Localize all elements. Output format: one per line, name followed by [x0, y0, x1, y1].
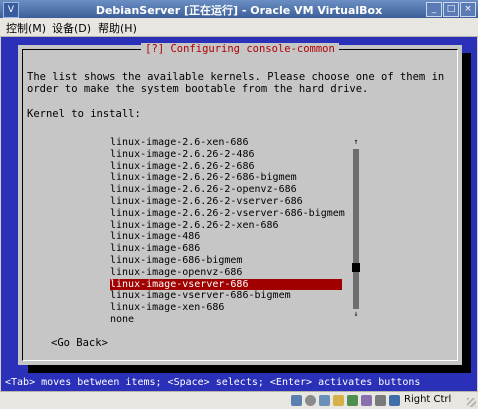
keyboard-hint: <Tab> moves between items; <Space> selec… — [5, 377, 421, 388]
list-item[interactable]: linux-image-686-bigmem — [110, 255, 342, 267]
list-item[interactable]: linux-image-2.6.26-2-xen-686 — [110, 220, 342, 232]
list-item[interactable]: linux-image-2.6-xen-686 — [110, 137, 342, 149]
usb-icon[interactable] — [319, 395, 330, 406]
window-title: DebianServer [正在运行] - Oracle VM VirtualB… — [95, 4, 383, 17]
vm-screen[interactable]: [?] Configuring console-common The list … — [1, 37, 477, 391]
list-item[interactable]: linux-image-486 — [110, 231, 342, 243]
scroll-down-icon[interactable]: ↓ — [352, 309, 360, 318]
minimize-icon[interactable]: _ — [426, 2, 442, 17]
shared-folder-icon[interactable] — [333, 395, 344, 406]
list-item[interactable]: linux-image-xen-686 — [110, 302, 342, 314]
capture-icon[interactable] — [361, 395, 372, 406]
resize-grip[interactable] — [467, 398, 476, 407]
menu-control[interactable]: 控制(M) — [6, 20, 46, 36]
statusbar: Right Ctrl — [0, 391, 478, 409]
list-scrollbar[interactable]: ↑ ↓ — [352, 137, 360, 318]
dialog-description-line1: The list shows the available kernels. Pl… — [27, 71, 445, 83]
close-icon[interactable]: × — [460, 2, 476, 17]
scroll-thumb[interactable] — [352, 263, 360, 272]
menubar: 控制(M) 设备(D) 帮助(H) — [0, 18, 478, 37]
list-item[interactable]: linux-image-2.6.26-2-vserver-686-bigmem — [110, 208, 345, 220]
list-item[interactable]: linux-image-686 — [110, 243, 342, 255]
list-item[interactable]: none — [110, 314, 342, 326]
configure-dialog: [?] Configuring console-common The list … — [18, 43, 462, 365]
list-item[interactable]: linux-image-2.6.26-2-686 — [110, 161, 342, 173]
maximize-icon[interactable]: □ — [443, 2, 459, 17]
list-item-selected[interactable]: linux-image-vserver-686 — [110, 278, 342, 291]
hard-disk-icon[interactable] — [291, 395, 302, 406]
list-item[interactable]: linux-image-2.6.26-2-486 — [110, 149, 342, 161]
menu-help[interactable]: 帮助(H) — [98, 20, 137, 36]
mouse-integration-icon[interactable] — [375, 395, 386, 406]
list-item[interactable]: linux-image-vserver-686-bigmem — [110, 290, 342, 302]
scroll-up-icon[interactable]: ↑ — [352, 137, 360, 146]
host-key-label: Right Ctrl — [404, 394, 452, 405]
kernel-list[interactable]: linux-image-2.6-xen-686 linux-image-2.6.… — [110, 137, 345, 326]
scroll-track[interactable] — [353, 149, 359, 309]
keyboard-icon[interactable] — [389, 395, 400, 406]
dialog-title: [?] Configuring console-common — [18, 43, 462, 55]
go-back-button[interactable]: <Go Back> — [51, 337, 108, 349]
window-titlebar[interactable]: V DebianServer [正在运行] - Oracle VM Virtua… — [0, 0, 478, 18]
menu-devices[interactable]: 设备(D) — [52, 20, 91, 36]
dialog-description-line2: order to make the system bootable from t… — [27, 83, 369, 95]
kernel-prompt: Kernel to install: — [27, 108, 141, 120]
list-item[interactable]: linux-image-2.6.26-2-openvz-686 — [110, 184, 342, 196]
list-item[interactable]: linux-image-2.6.26-2-vserver-686 — [110, 196, 342, 208]
optical-drive-icon[interactable] — [305, 395, 316, 406]
network-icon[interactable] — [347, 395, 358, 406]
list-item[interactable]: linux-image-2.6.26-2-686-bigmem — [110, 172, 342, 184]
list-item[interactable]: linux-image-openvz-686 — [110, 267, 342, 279]
